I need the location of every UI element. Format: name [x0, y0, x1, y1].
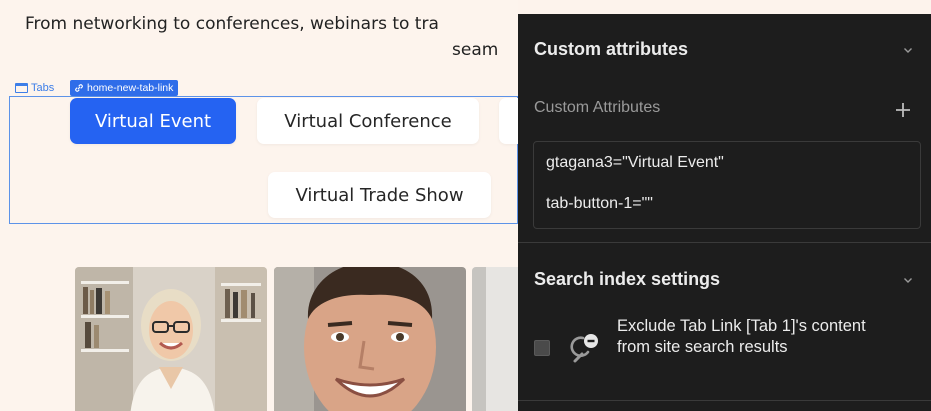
chevron-down-icon[interactable]	[901, 43, 915, 57]
tab-virtual-conference[interactable]: Virtual Conference	[257, 98, 479, 144]
custom-attribute-item[interactable]: tab-button-1=""	[546, 195, 653, 213]
section-divider	[518, 242, 931, 243]
section-divider	[518, 400, 931, 401]
tab-virtual-event[interactable]: Virtual Event	[70, 98, 236, 144]
photo-woman-bookshelf	[75, 267, 267, 411]
settings-panel: Custom attributes Custom Attributes gtag…	[518, 0, 931, 411]
chevron-down-icon[interactable]	[901, 273, 915, 287]
link-icon	[75, 84, 83, 92]
intro-text-line-2: seam	[452, 40, 499, 60]
custom-attribute-item[interactable]: gtagana3="Virtual Event"	[546, 154, 724, 172]
intro-text: From networking to conferences, webinars…	[25, 14, 439, 34]
exclude-from-search-label: Exclude Tab Link [Tab 1]'s content from …	[617, 317, 866, 356]
search-exclude-icon	[570, 334, 598, 363]
photo-partial	[472, 267, 518, 411]
search-index-section-title[interactable]: Search index settings	[534, 269, 720, 290]
photo-smiling-man	[274, 267, 466, 411]
tabs-label-text: Tabs	[31, 81, 55, 94]
selected-element-badge[interactable]: home-new-tab-link	[70, 80, 179, 96]
tabs-element-label[interactable]: Tabs	[15, 80, 54, 95]
plus-icon[interactable]	[892, 99, 914, 121]
custom-attributes-section-title[interactable]: Custom attributes	[534, 39, 688, 60]
selected-element-name: home-new-tab-link	[87, 82, 174, 94]
panel-top-edge	[518, 0, 931, 14]
tab-partially-visible[interactable]	[499, 98, 518, 144]
designer-canvas: From networking to conferences, webinars…	[0, 0, 518, 411]
custom-attributes-label: Custom Attributes	[534, 99, 661, 116]
tab-virtual-trade-show[interactable]: Virtual Trade Show	[268, 172, 491, 218]
exclude-from-search-checkbox[interactable]	[534, 340, 550, 356]
tabs-icon	[15, 82, 28, 93]
